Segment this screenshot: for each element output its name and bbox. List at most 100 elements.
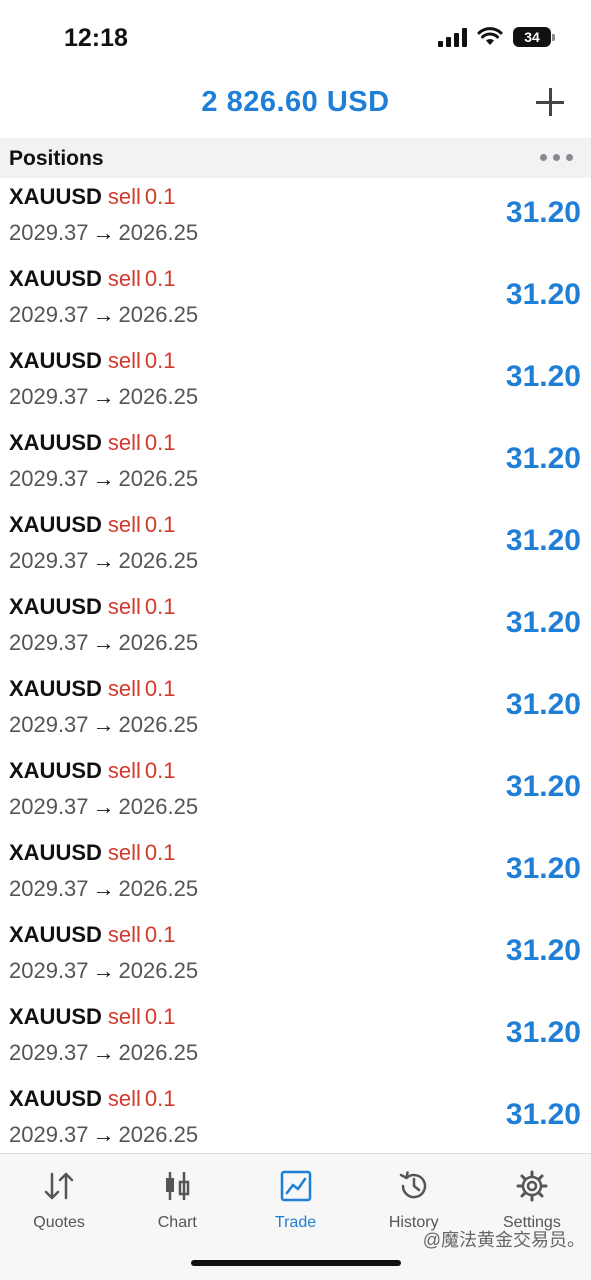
open-price: 2029.37 [9, 712, 89, 737]
arrow-right-icon: → [92, 548, 115, 573]
status-icons: 34 [438, 27, 555, 47]
position-side: sell [107, 594, 141, 619]
position-prices: 2029.37 → 2026.25 [9, 876, 198, 902]
open-price: 2029.37 [9, 548, 89, 573]
open-price: 2029.37 [9, 466, 89, 491]
position-row[interactable]: XAUUSD sell 0.1 2029.37 → 2026.25 31.20 [0, 670, 591, 752]
position-prices: 2029.37 → 2026.25 [9, 794, 198, 820]
arrow-right-icon: → [92, 876, 115, 901]
plus-icon[interactable] [535, 86, 565, 116]
position-title: XAUUSD sell 0.1 [9, 184, 176, 210]
current-price: 2026.25 [118, 1040, 199, 1065]
position-profit: 31.20 [505, 360, 581, 393]
position-prices: 2029.37 → 2026.25 [9, 466, 198, 492]
current-price: 2026.25 [118, 958, 199, 983]
position-volume: 0.1 [144, 1004, 176, 1029]
position-title: XAUUSD sell 0.1 [9, 758, 176, 784]
tab-label-trade: Trade [274, 1214, 317, 1231]
current-price: 2026.25 [118, 302, 199, 327]
tab-trade[interactable]: Trade [236, 1154, 354, 1244]
open-price: 2029.37 [9, 302, 89, 327]
position-prices: 2029.37 → 2026.25 [9, 220, 198, 246]
position-symbol: XAUUSD [9, 266, 102, 291]
candlestick-icon [159, 1168, 195, 1204]
position-profit: 31.20 [505, 934, 581, 967]
position-side: sell [107, 758, 141, 783]
open-price: 2029.37 [9, 384, 89, 409]
gear-icon [514, 1168, 550, 1204]
position-symbol: XAUUSD [9, 922, 102, 947]
position-symbol: XAUUSD [9, 758, 102, 783]
arrow-right-icon: → [92, 466, 115, 491]
wifi-icon [477, 27, 503, 45]
position-row[interactable]: XAUUSD sell 0.1 2029.37 → 2026.25 31.20 [0, 1080, 591, 1162]
more-dots-icon[interactable] [540, 154, 573, 161]
position-row[interactable]: XAUUSD sell 0.1 2029.37 → 2026.25 31.20 [0, 424, 591, 506]
position-title: XAUUSD sell 0.1 [9, 266, 176, 292]
position-volume: 0.1 [144, 676, 176, 701]
arrow-right-icon: → [92, 302, 115, 327]
position-title: XAUUSD sell 0.1 [9, 348, 176, 374]
position-profit: 31.20 [505, 278, 581, 311]
position-side: sell [107, 840, 141, 865]
position-row[interactable]: XAUUSD sell 0.1 2029.37 → 2026.25 31.20 [0, 916, 591, 998]
current-price: 2026.25 [118, 1122, 199, 1147]
tab-quotes[interactable]: Quotes [0, 1154, 118, 1244]
arrow-right-icon: → [92, 712, 115, 737]
home-indicator[interactable] [191, 1260, 401, 1266]
position-row[interactable]: XAUUSD sell 0.1 2029.37 → 2026.25 31.20 [0, 998, 591, 1080]
position-row[interactable]: XAUUSD sell 0.1 2029.37 → 2026.25 31.20 [0, 506, 591, 588]
position-side: sell [107, 266, 141, 291]
position-row[interactable]: XAUUSD sell 0.1 2029.37 → 2026.25 31.20 [0, 178, 591, 260]
arrow-right-icon: → [92, 794, 115, 819]
position-prices: 2029.37 → 2026.25 [9, 712, 198, 738]
position-volume: 0.1 [144, 922, 176, 947]
current-price: 2026.25 [118, 466, 199, 491]
position-row[interactable]: XAUUSD sell 0.1 2029.37 → 2026.25 31.20 [0, 260, 591, 342]
history-clock-icon [396, 1168, 432, 1204]
arrow-right-icon: → [92, 220, 115, 245]
position-volume: 0.1 [144, 840, 176, 865]
position-volume: 0.1 [144, 758, 176, 783]
position-title: XAUUSD sell 0.1 [9, 594, 176, 620]
tab-chart[interactable]: Chart [118, 1154, 236, 1244]
position-title: XAUUSD sell 0.1 [9, 1086, 176, 1112]
current-price: 2026.25 [118, 712, 199, 737]
position-symbol: XAUUSD [9, 1086, 102, 1111]
open-price: 2029.37 [9, 1040, 89, 1065]
position-prices: 2029.37 → 2026.25 [9, 1040, 198, 1066]
open-price: 2029.37 [9, 794, 89, 819]
current-price: 2026.25 [118, 384, 199, 409]
open-price: 2029.37 [9, 876, 89, 901]
open-price: 2029.37 [9, 958, 89, 983]
arrow-right-icon: → [92, 1040, 115, 1065]
position-profit: 31.20 [505, 524, 581, 557]
position-row[interactable]: XAUUSD sell 0.1 2029.37 → 2026.25 31.20 [0, 588, 591, 670]
position-symbol: XAUUSD [9, 512, 102, 537]
current-price: 2026.25 [118, 794, 199, 819]
position-title: XAUUSD sell 0.1 [9, 430, 176, 456]
position-profit: 31.20 [505, 688, 581, 721]
position-symbol: XAUUSD [9, 676, 102, 701]
position-profit: 31.20 [505, 1098, 581, 1131]
header: 2 826.60 USD [0, 72, 591, 138]
position-symbol: XAUUSD [9, 594, 102, 619]
position-symbol: XAUUSD [9, 348, 102, 373]
position-row[interactable]: XAUUSD sell 0.1 2029.37 → 2026.25 31.20 [0, 834, 591, 916]
status-time: 12:18 [64, 24, 128, 52]
open-price: 2029.37 [9, 220, 89, 245]
position-title: XAUUSD sell 0.1 [9, 922, 176, 948]
position-prices: 2029.37 → 2026.25 [9, 630, 198, 656]
position-prices: 2029.37 → 2026.25 [9, 958, 198, 984]
position-symbol: XAUUSD [9, 840, 102, 865]
trade-chart-icon [278, 1168, 314, 1204]
position-volume: 0.1 [144, 430, 176, 455]
position-row[interactable]: XAUUSD sell 0.1 2029.37 → 2026.25 31.20 [0, 342, 591, 424]
signal-icon [438, 27, 467, 47]
position-title: XAUUSD sell 0.1 [9, 1004, 176, 1030]
position-row[interactable]: XAUUSD sell 0.1 2029.37 → 2026.25 31.20 [0, 752, 591, 834]
current-price: 2026.25 [118, 876, 199, 901]
position-side: sell [107, 348, 141, 373]
position-profit: 31.20 [505, 606, 581, 639]
arrow-right-icon: → [92, 1122, 115, 1147]
